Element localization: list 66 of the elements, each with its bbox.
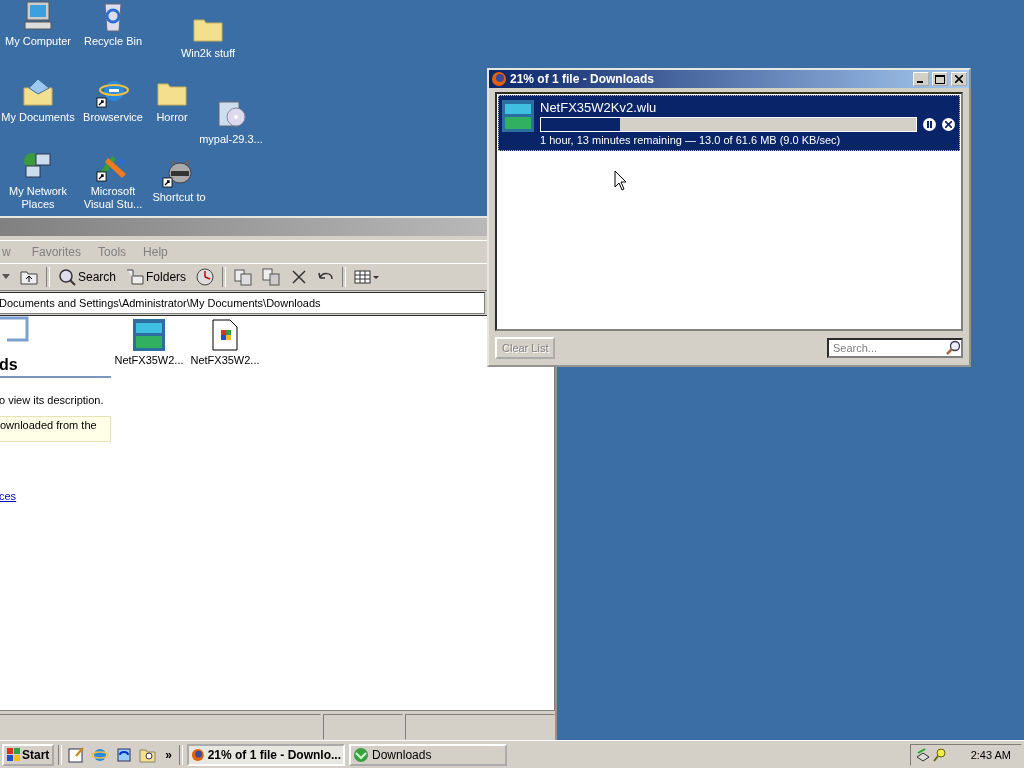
panel-heading: ds [0,356,111,378]
close-button[interactable] [951,72,967,86]
pause-icon [926,121,933,128]
search-icon [58,268,76,286]
windows-flag-icon [7,748,20,761]
info-note: ownloaded from the [0,416,111,442]
network-icon[interactable] [915,746,931,763]
icon-label[interactable]: My Computer [5,35,71,48]
icon-label[interactable]: Recycle Bin [83,35,143,48]
download-status: 1 hour, 13 minutes remaining — 13.0 of 61.6 MB (9.0 KB/sec) [540,134,842,146]
copy-to-icon [262,268,281,286]
menu-item[interactable]: Tools [98,245,136,259]
icon-label[interactable]: Horror [156,111,188,124]
file-name[interactable]: NetFX35W2... [190,354,260,366]
file-name: NetFX35W2Kv2.wlu [540,100,658,115]
views-icon [354,268,381,286]
move-to-icon [234,268,253,286]
panel-link[interactable]: ces [0,490,111,502]
search-button[interactable]: Search [56,266,119,288]
clock: 2:43 AM [970,748,1011,761]
computer-icon[interactable] [21,0,55,32]
icon-label[interactable]: My Network Places [0,185,76,211]
overflow-button[interactable]: » [162,747,176,762]
mouse-cursor-icon [614,170,627,191]
folders-icon [126,268,145,286]
icon-label[interactable]: mypal-29.3... [199,133,263,146]
search-field[interactable]: Search... [827,338,963,358]
folder-outline-icon [0,316,29,342]
up-folder-icon [20,268,38,286]
menu-item[interactable]: w [2,245,20,259]
file-name[interactable]: NetFX35W2... [114,354,184,366]
delete-icon [290,268,309,286]
win2000-file-icon [502,100,534,132]
taskbar-button[interactable]: Downloads [349,743,508,766]
folders-button[interactable]: Folders [124,266,189,288]
icon-label[interactable]: Microsoft Visual Stu... [75,185,151,211]
cancel-icon [945,121,952,128]
pause-button[interactable] [923,118,936,131]
key-icon[interactable] [933,746,947,763]
history-icon [196,268,215,286]
copy-button[interactable] [260,266,283,288]
document-file-icon [212,319,238,351]
close-icon [955,75,963,83]
window-title: 21% of 1 file - Downloads [510,72,656,86]
icon-label[interactable]: Win2k stuff [180,47,236,60]
download-item[interactable]: NetFX35W2Kv2.wlu 1 hour, 13 minutes remaining — 13.0 of 61.6 MB (9.0 KB/sec) [498,95,960,151]
firefox-icon [191,746,205,763]
minimize-button[interactable] [913,72,929,86]
cancel-button[interactable] [942,118,955,131]
address-field[interactable]: Documents and Settings\Administrator\My Documents\Downloads [0,292,485,314]
icon-label[interactable]: Shortcut to [152,191,206,204]
sync-icon [115,745,134,764]
panel-text: o view its description. [0,394,105,406]
move-button[interactable] [232,266,255,288]
start-button[interactable]: Start [2,743,55,766]
maximize-icon [935,74,945,84]
dropdown-arrow-icon [2,274,10,280]
history-button[interactable] [194,266,217,288]
search-icon [945,340,961,356]
taskbar-button[interactable]: 21% of 1 file - Downlo... [187,743,346,766]
notepad-icon [67,745,86,764]
maximize-button[interactable] [932,72,948,86]
firefox-icon [491,71,507,87]
icon-label[interactable]: My Documents [1,111,75,124]
icon-label[interactable]: Browservice [83,111,143,124]
win2000-file-icon [133,319,165,351]
